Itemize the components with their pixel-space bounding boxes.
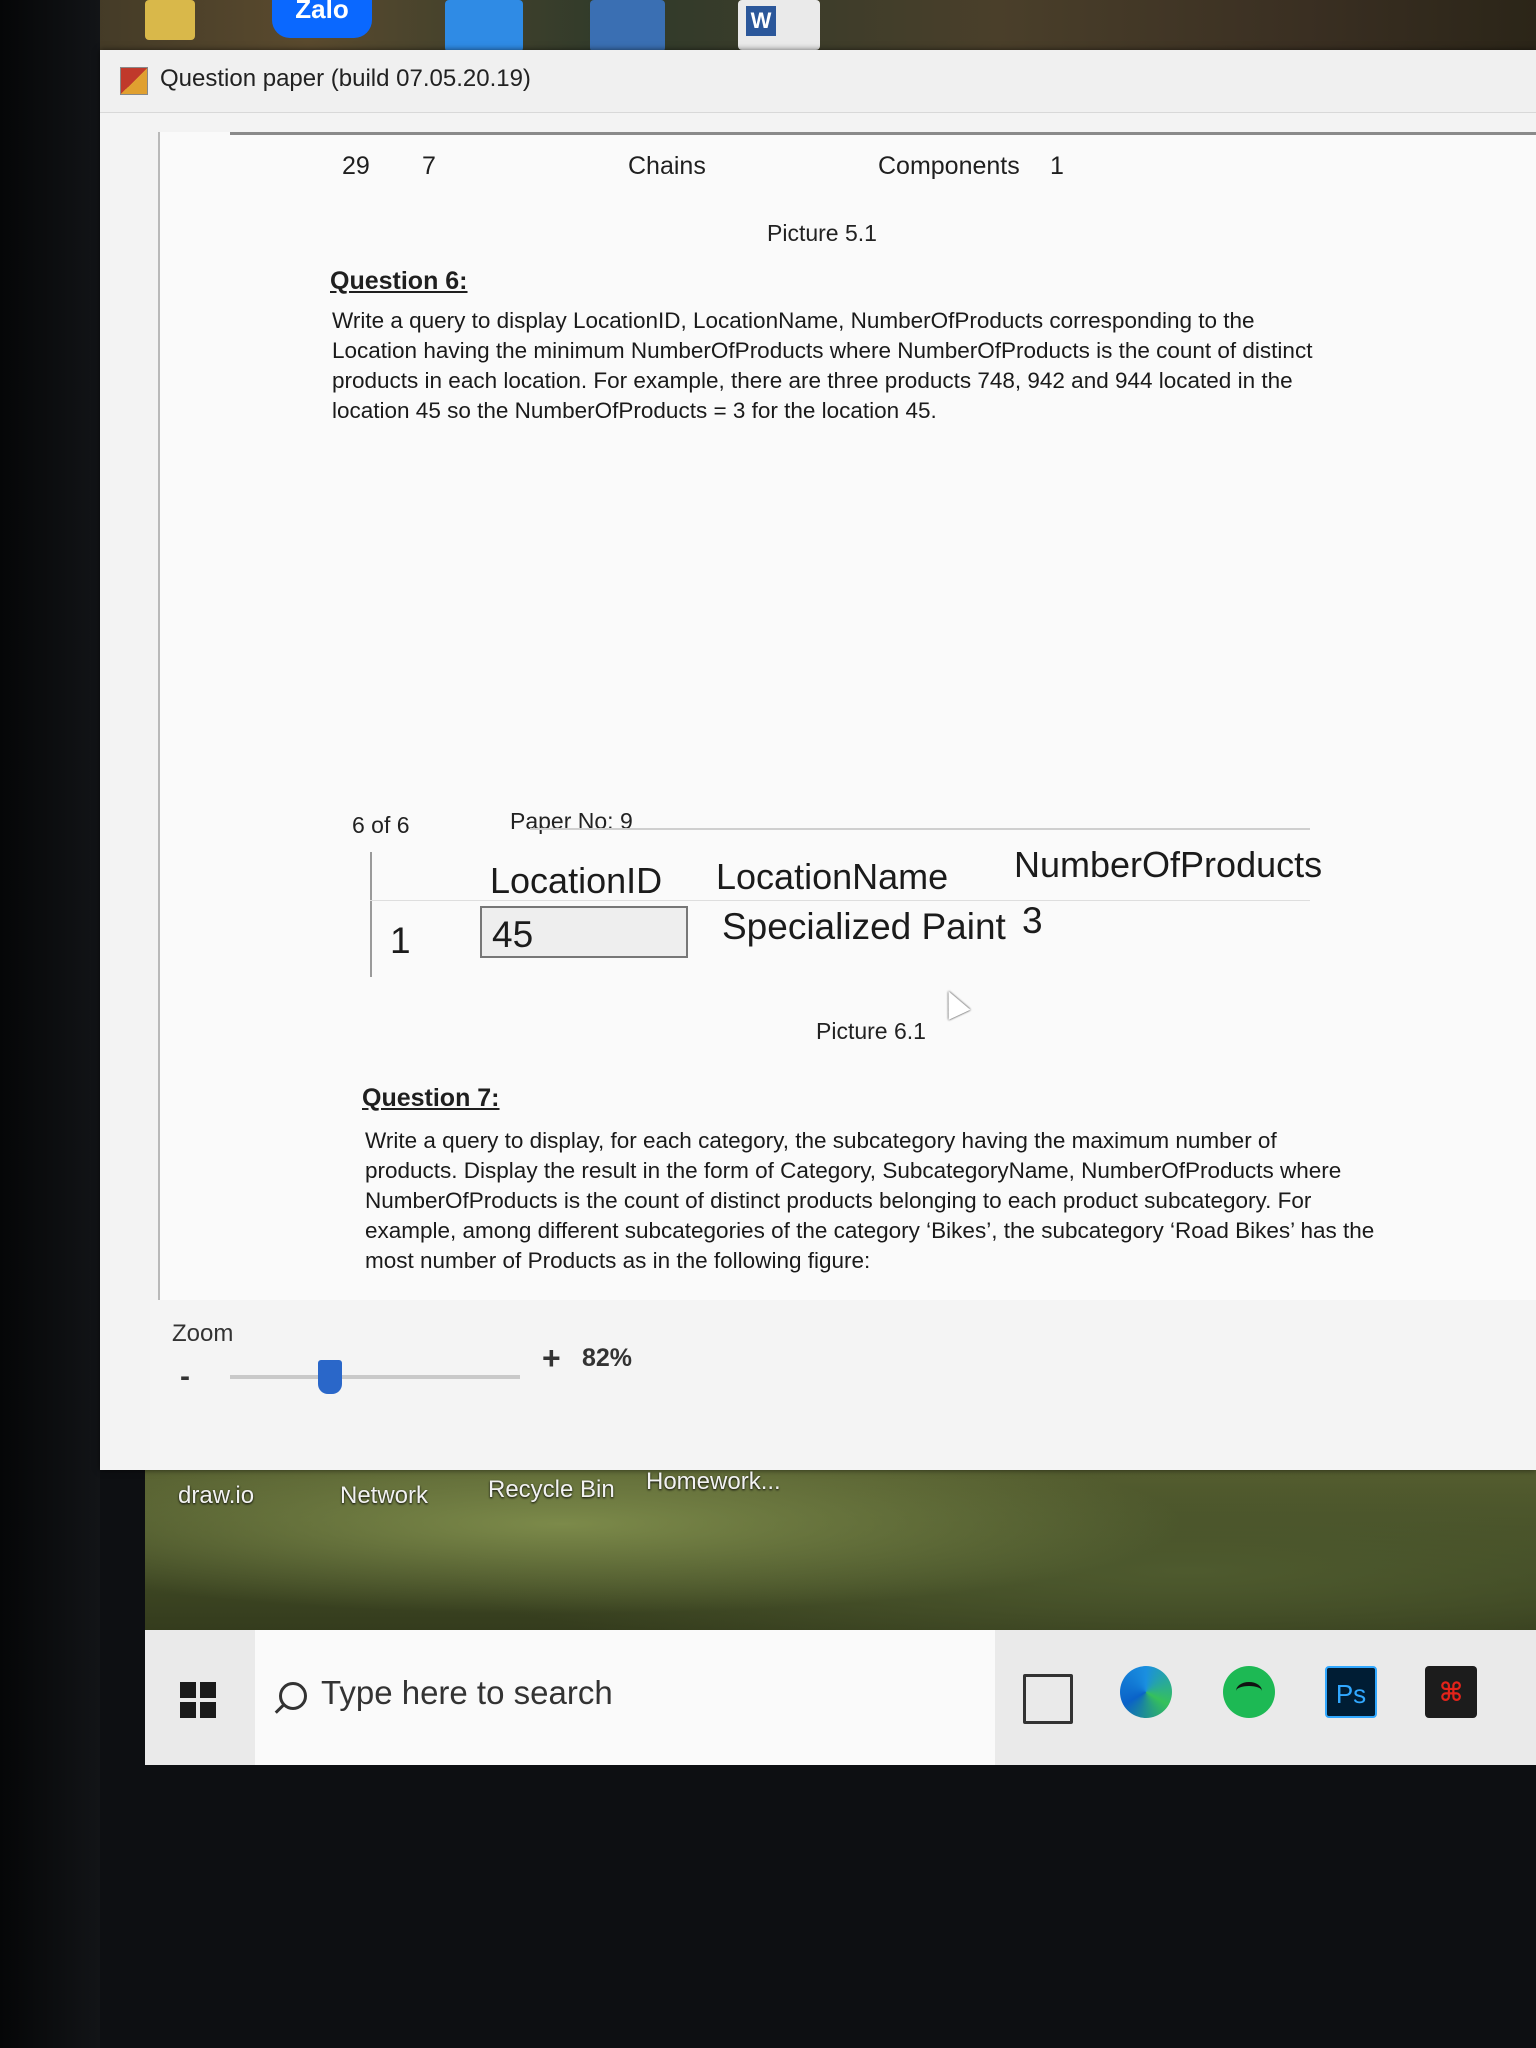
cell-number-of-products[interactable]: 3	[1022, 900, 1043, 942]
row-count: 1	[1050, 152, 1064, 180]
question-6-heading: Question 6:	[330, 267, 468, 295]
row-id: 29	[342, 152, 370, 180]
search-placeholder[interactable]: Type here to search	[321, 1674, 613, 1712]
garena-icon[interactable]: ⌘	[1425, 1666, 1477, 1718]
zoom-slider-track[interactable]	[230, 1375, 520, 1379]
zoom-out-button[interactable]: -	[180, 1360, 190, 1394]
question-paper-window: Question paper (build 07.05.20.19) 29 7 …	[100, 50, 1536, 1470]
zalo-icon[interactable]: Zalo	[272, 0, 372, 38]
word-icon[interactable]: W	[738, 0, 820, 50]
zoom-value: 82%	[582, 1344, 633, 1372]
app-shortcut-icon[interactable]	[445, 0, 523, 52]
app-icon	[120, 67, 148, 95]
desktop-shortcut-recycle-bin[interactable]: Recycle Bin	[488, 1476, 615, 1504]
grid-border	[370, 852, 372, 977]
folder-shortcut-icon[interactable]	[145, 0, 195, 40]
desktop-shortcut-drawio[interactable]: draw.io	[178, 1482, 254, 1510]
windows-start-icon[interactable]	[180, 1682, 216, 1718]
taskbar-search-box[interactable]: Type here to search	[255, 1630, 995, 1765]
taskbar: Type here to search Ps ⌘	[145, 1630, 1536, 1765]
divider	[230, 132, 1536, 135]
paper-number: Paper No: 9	[510, 808, 633, 834]
row-category: Components	[878, 152, 1020, 180]
photoshop-label: Ps	[1335, 1679, 1367, 1709]
desktop-shortcut-network[interactable]: Network	[340, 1482, 428, 1510]
window-title: Question paper (build 07.05.20.19)	[160, 65, 531, 92]
spotify-icon[interactable]	[1223, 1666, 1275, 1718]
zoom-label: Zoom	[172, 1320, 234, 1347]
picture-6-caption: Picture 6.1	[816, 1018, 926, 1044]
desktop-shortcut-homework[interactable]: Homework...	[646, 1468, 781, 1496]
photoshop-icon[interactable]: Ps	[1325, 1666, 1377, 1718]
question-7-heading: Question 7:	[362, 1084, 500, 1112]
monitor-bezel	[0, 0, 100, 2048]
document-page: 29 7 Chains Components 1 Picture 5.1 Que…	[158, 132, 1536, 1356]
app-shortcut-icon[interactable]	[590, 0, 665, 52]
search-icon	[279, 1682, 307, 1710]
page-number: 6 of 6	[352, 812, 410, 838]
result-grid: LocationID LocationName NumberOfProducts…	[370, 828, 1322, 990]
column-header-numberofproducts[interactable]: NumberOfProducts	[1014, 844, 1322, 886]
zoom-in-button[interactable]: +	[542, 1340, 561, 1377]
zoom-slider-thumb[interactable]	[318, 1360, 342, 1394]
zoom-control: Zoom - + 82%	[150, 1300, 1536, 1470]
grid-divider	[370, 900, 1310, 901]
column-header-locationname[interactable]: LocationName	[716, 856, 948, 898]
grid-divider	[530, 828, 1310, 830]
row-index: 1	[390, 920, 411, 961]
question-6-body: Write a query to display LocationID, Loc…	[332, 308, 1313, 423]
cell-location-id[interactable]: 45	[492, 914, 533, 956]
edge-icon[interactable]	[1120, 1666, 1172, 1718]
mouse-cursor-icon	[937, 986, 971, 1020]
column-header-locationid[interactable]: LocationID	[490, 860, 662, 902]
window-titlebar[interactable]: Question paper (build 07.05.20.19)	[100, 50, 1536, 113]
question-7-body: Write a query to display, for each categ…	[365, 1128, 1375, 1273]
row-name: Chains	[628, 152, 706, 180]
zalo-label: Zalo	[295, 0, 349, 24]
cell-location-name[interactable]: Specialized Paint	[722, 906, 1006, 948]
task-view-icon[interactable]	[1023, 1674, 1073, 1724]
word-letter: W	[746, 6, 776, 36]
row-number: 7	[422, 152, 436, 180]
picture-5-caption: Picture 5.1	[767, 220, 877, 246]
